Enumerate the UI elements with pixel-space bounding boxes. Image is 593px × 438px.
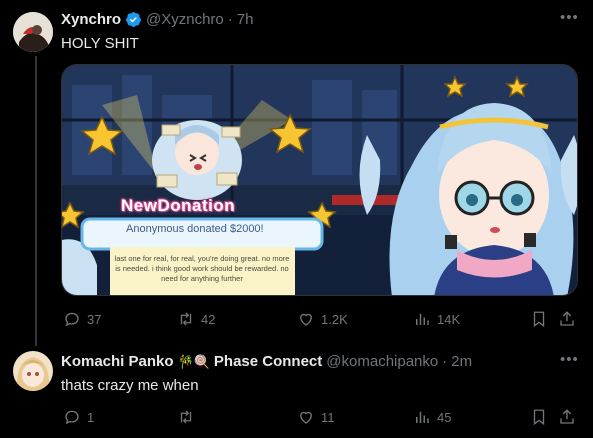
author-handle[interactable]: @Xyznchro — [146, 11, 224, 28]
avatar-komachi[interactable] — [13, 351, 53, 391]
author-name[interactable]: Xynchro — [61, 11, 121, 28]
heart-icon — [300, 313, 312, 326]
tweet-time[interactable]: 7h — [237, 11, 254, 28]
separator-dot: · — [227, 11, 233, 28]
share-icon — [560, 311, 574, 326]
views-count: 14K — [437, 311, 461, 327]
share-button[interactable] — [558, 310, 576, 333]
reply-text: thats crazy me when — [61, 377, 199, 394]
reply-button[interactable]: 1 — [63, 408, 94, 426]
retweet-button[interactable]: 42 — [177, 310, 215, 328]
views-button[interactable]: 14K — [413, 310, 460, 328]
author-emojis: 🎋🍭 — [177, 353, 210, 369]
views-icon — [416, 313, 429, 325]
reply-count: 37 — [87, 311, 102, 327]
retweet-button[interactable] — [177, 408, 201, 426]
donation-amount-text: Anonymous donated $2000! — [126, 223, 264, 235]
bookmark-button[interactable] — [530, 408, 548, 431]
like-count: 1.2K — [321, 311, 348, 327]
heart-icon — [300, 411, 312, 424]
bookmark-icon — [533, 409, 545, 426]
bookmark-icon — [533, 311, 545, 328]
reply-button[interactable]: 37 — [63, 310, 101, 328]
separator-dot: · — [442, 353, 448, 370]
avatar-xynchro[interactable] — [13, 12, 53, 52]
verified-badge-icon — [126, 12, 141, 27]
like-count: 11 — [321, 409, 335, 425]
reply-count: 1 — [87, 409, 95, 425]
tweet-text: HOLY SHIT — [61, 35, 139, 52]
bookmark-button[interactable] — [530, 310, 548, 333]
retweet-count: 42 — [201, 311, 216, 327]
more-options-icon[interactable]: ••• — [560, 351, 579, 368]
views-icon — [416, 411, 429, 423]
views-count: 45 — [437, 409, 452, 425]
reply-time[interactable]: 2m — [451, 353, 472, 370]
views-button[interactable]: 45 — [413, 408, 451, 426]
avatar-image-icon — [13, 351, 53, 391]
like-button[interactable]: 1.2K — [297, 310, 348, 328]
donation-banner-title: NewDonation — [121, 196, 236, 215]
thread-line — [35, 56, 37, 346]
like-button[interactable]: 11 — [297, 408, 335, 426]
more-options-icon[interactable]: ••• — [560, 9, 579, 26]
retweet-icon — [180, 312, 192, 326]
reply-icon — [65, 312, 79, 327]
avatar-image-icon — [13, 12, 53, 52]
share-icon — [560, 409, 574, 424]
reply-author-name[interactable]: Komachi Panko — [61, 353, 174, 370]
donation-message: last one for real, for real, you're doin… — [114, 254, 290, 283]
reply-author-handle[interactable]: @komachipanko — [326, 353, 438, 370]
reply-affiliation[interactable]: Phase Connect — [214, 353, 322, 370]
reply-icon — [65, 410, 79, 425]
retweet-icon — [180, 410, 192, 424]
share-button[interactable] — [558, 408, 576, 431]
